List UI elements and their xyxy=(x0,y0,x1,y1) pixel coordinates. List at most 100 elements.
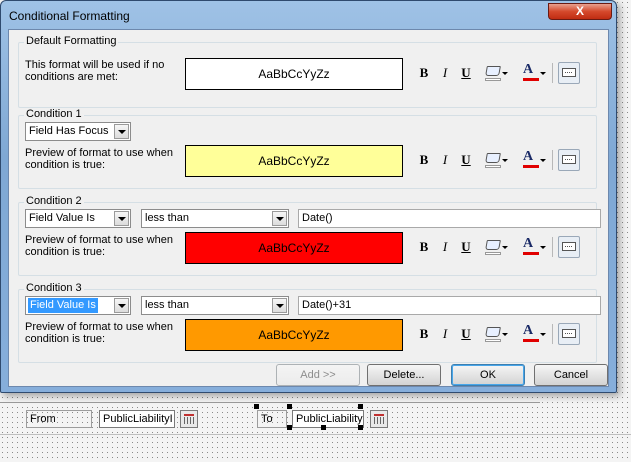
preview-text: AaBbCcYyZz xyxy=(258,154,330,168)
ok-button[interactable]: OK xyxy=(451,364,525,386)
design-section-line xyxy=(0,402,540,403)
description-line: Preview of format to use when xyxy=(25,321,173,333)
close-button[interactable]: X xyxy=(548,3,612,20)
description-line: condition is true: xyxy=(25,159,106,171)
selection-handle[interactable] xyxy=(358,425,363,430)
fill-color-icon xyxy=(485,327,501,337)
fill-color-button[interactable] xyxy=(482,323,510,345)
enable-toggle-button[interactable] xyxy=(558,62,580,84)
from-label-control[interactable]: From xyxy=(26,410,92,428)
condition-2-description: Preview of format to use when condition … xyxy=(25,234,173,258)
enable-toggle-icon xyxy=(562,155,576,164)
font-color-swatch xyxy=(523,252,539,255)
group-title: Condition 3 xyxy=(24,282,84,294)
chevron-down-icon[interactable] xyxy=(272,211,287,226)
toolbar-separator xyxy=(552,150,553,170)
bold-button[interactable]: B xyxy=(416,62,432,84)
chevron-down-icon xyxy=(540,72,546,75)
chevron-down-icon xyxy=(502,159,508,162)
enable-toggle-button[interactable] xyxy=(558,323,580,345)
selection-handle[interactable] xyxy=(287,425,292,430)
group-title: Condition 1 xyxy=(24,108,84,120)
preview-text: AaBbCcYyZz xyxy=(258,67,330,81)
underline-button[interactable]: U xyxy=(458,236,474,258)
preview-text: AaBbCcYyZz xyxy=(258,328,330,342)
enable-toggle-button[interactable] xyxy=(558,236,580,258)
font-color-button[interactable]: A xyxy=(520,323,548,345)
chevron-down-icon[interactable] xyxy=(114,211,129,226)
to-field-control[interactable]: PublicLiability xyxy=(292,410,364,428)
to-field-builder-icon[interactable] xyxy=(370,410,388,428)
selection-handle[interactable] xyxy=(254,404,259,409)
from-field-control[interactable]: PublicLiabilityI xyxy=(99,410,175,428)
description-line: This format will be used if no xyxy=(25,59,165,71)
fill-color-button[interactable] xyxy=(482,236,510,258)
font-color-swatch xyxy=(523,165,539,168)
select-value: less than xyxy=(145,212,190,224)
chevron-down-icon[interactable] xyxy=(114,298,129,313)
condition-2-operator-select[interactable]: less than xyxy=(141,209,289,228)
fill-color-swatch xyxy=(485,165,501,168)
italic-button[interactable]: I xyxy=(437,149,453,171)
selection-handle[interactable] xyxy=(358,404,363,409)
default-description: This format will be used if no condition… xyxy=(25,59,164,83)
underline-button[interactable]: U xyxy=(458,62,474,84)
fill-color-button[interactable] xyxy=(482,149,510,171)
italic-button[interactable]: I xyxy=(437,236,453,258)
condition-1-group: Condition 1 Field Has Focus Preview of f… xyxy=(18,108,597,189)
condition-2-group: Condition 2 Field Value Is less than Dat… xyxy=(18,195,601,276)
description-line: condition is true: xyxy=(25,246,106,258)
condition-3-operator-select[interactable]: less than xyxy=(141,296,289,315)
enable-toggle-button[interactable] xyxy=(558,149,580,171)
condition-3-description: Preview of format to use when condition … xyxy=(25,321,173,345)
font-color-button[interactable]: A xyxy=(520,236,548,258)
condition-3-expression-input[interactable]: Date()+31 xyxy=(298,296,601,315)
font-color-swatch xyxy=(523,339,539,342)
underline-button[interactable]: U xyxy=(458,149,474,171)
font-color-button[interactable]: A xyxy=(520,149,548,171)
enable-toggle-icon xyxy=(562,329,576,338)
fill-color-swatch xyxy=(485,339,501,342)
condition-3-type-select[interactable]: Field Value Is xyxy=(25,296,131,315)
selection-handle[interactable] xyxy=(321,425,326,430)
cancel-button[interactable]: Cancel xyxy=(534,364,608,386)
design-section-line-lower xyxy=(0,434,631,435)
delete-button[interactable]: Delete... xyxy=(367,364,441,386)
condition-2-type-select[interactable]: Field Value Is xyxy=(25,209,131,228)
font-color-button[interactable]: A xyxy=(520,62,548,84)
bold-button[interactable]: B xyxy=(416,149,432,171)
chevron-down-icon xyxy=(502,333,508,336)
bold-button[interactable]: B xyxy=(416,236,432,258)
enable-toggle-icon xyxy=(562,68,576,77)
fill-color-icon xyxy=(485,153,501,163)
default-formatting-group: Default Formatting This format will be u… xyxy=(18,35,597,108)
to-label-control[interactable]: To xyxy=(257,410,287,428)
italic-button[interactable]: I xyxy=(437,323,453,345)
description-line: conditions are met: xyxy=(25,71,118,83)
title-bar[interactable]: Conditional Formatting X xyxy=(1,1,616,29)
chevron-down-icon[interactable] xyxy=(272,298,287,313)
select-value: Field Value Is xyxy=(29,212,95,224)
default-format-preview: AaBbCcYyZz xyxy=(185,58,403,90)
fill-color-swatch xyxy=(485,78,501,81)
add-button[interactable]: Add >> xyxy=(276,364,360,386)
condition-2-format-preview: AaBbCcYyZz xyxy=(185,232,403,264)
select-value: Field Value Is xyxy=(28,298,98,313)
description-line: Preview of format to use when xyxy=(25,147,173,159)
condition-2-expression-input[interactable]: Date() xyxy=(298,209,601,228)
italic-button[interactable]: I xyxy=(437,62,453,84)
condition-1-toolbar: B I U A xyxy=(416,149,596,171)
chevron-down-icon xyxy=(540,333,546,336)
conditional-formatting-dialog: Conditional Formatting X Default Formatt… xyxy=(0,0,617,393)
from-field-builder-icon[interactable] xyxy=(180,410,198,428)
select-value: less than xyxy=(145,299,190,311)
toolbar-separator xyxy=(552,237,553,257)
selection-handle[interactable] xyxy=(287,404,292,409)
fill-color-button[interactable] xyxy=(482,62,510,84)
chevron-down-icon[interactable] xyxy=(114,124,129,139)
underline-button[interactable]: U xyxy=(458,323,474,345)
chevron-down-icon xyxy=(540,246,546,249)
condition-1-type-select[interactable]: Field Has Focus xyxy=(25,122,131,141)
bold-button[interactable]: B xyxy=(416,323,432,345)
condition-2-toolbar: B I U A xyxy=(416,236,596,258)
